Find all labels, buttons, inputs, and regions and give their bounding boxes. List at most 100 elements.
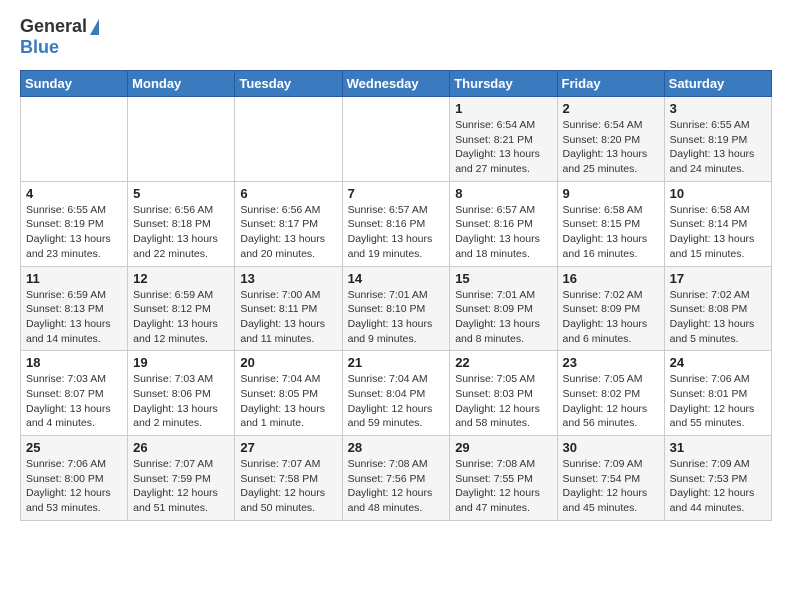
- calendar-cell: 3 Sunrise: 6:55 AM Sunset: 8:19 PM Daylig…: [664, 97, 771, 182]
- column-header-friday: Friday: [557, 71, 664, 97]
- day-info: Sunrise: 6:58 AM Sunset: 8:15 PM Dayligh…: [563, 203, 659, 262]
- day-number: 23: [563, 355, 659, 370]
- day-info: Sunrise: 7:01 AM Sunset: 8:09 PM Dayligh…: [455, 288, 551, 347]
- day-number: 22: [455, 355, 551, 370]
- calendar-cell: 13 Sunrise: 7:00 AM Sunset: 8:11 PM Dayli…: [235, 266, 342, 351]
- day-info: Sunrise: 6:55 AM Sunset: 8:19 PM Dayligh…: [26, 203, 122, 262]
- day-info: Sunrise: 7:08 AM Sunset: 7:55 PM Dayligh…: [455, 457, 551, 516]
- day-number: 16: [563, 271, 659, 286]
- day-number: 10: [670, 186, 766, 201]
- calendar-cell: 26Sunrise: 7:07 AM Sunset: 7:59 PM Dayli…: [128, 436, 235, 521]
- day-info: Sunrise: 7:03 AM Sunset: 8:07 PM Dayligh…: [26, 372, 122, 431]
- day-info: Sunrise: 6:54 AM Sunset: 8:21 PM Dayligh…: [455, 118, 551, 177]
- calendar-cell: 15 Sunrise: 7:01 AM Sunset: 8:09 PM Dayli…: [450, 266, 557, 351]
- day-number: 11: [26, 271, 122, 286]
- calendar-cell: 25 Sunrise: 7:06 AM Sunset: 8:00 PM Dayli…: [21, 436, 128, 521]
- column-header-monday: Monday: [128, 71, 235, 97]
- day-number: 31: [670, 440, 766, 455]
- day-number: 1: [455, 101, 551, 116]
- day-info: Sunrise: 6:55 AM Sunset: 8:19 PM Dayligh…: [670, 118, 766, 177]
- day-info: Sunrise: 6:56 AM Sunset: 8:17 PM Dayligh…: [240, 203, 336, 262]
- day-info: Sunrise: 7:02 AM Sunset: 8:09 PM Dayligh…: [563, 288, 659, 347]
- column-header-wednesday: Wednesday: [342, 71, 450, 97]
- calendar-cell: 17Sunrise: 7:02 AM Sunset: 8:08 PM Dayli…: [664, 266, 771, 351]
- day-info: Sunrise: 7:02 AM Sunset: 8:08 PM Dayligh…: [670, 288, 766, 347]
- calendar-cell: 14 Sunrise: 7:01 AM Sunset: 8:10 PM Dayli…: [342, 266, 450, 351]
- calendar-week-row: 1 Sunrise: 6:54 AM Sunset: 8:21 PM Daylig…: [21, 97, 772, 182]
- calendar-cell: 23Sunrise: 7:05 AM Sunset: 8:02 PM Dayli…: [557, 351, 664, 436]
- calendar-header-row: SundayMondayTuesdayWednesdayThursdayFrid…: [21, 71, 772, 97]
- calendar-cell: [128, 97, 235, 182]
- calendar-cell: [235, 97, 342, 182]
- logo-triangle-icon: [90, 19, 99, 35]
- day-info: Sunrise: 6:57 AM Sunset: 8:16 PM Dayligh…: [348, 203, 445, 262]
- day-info: Sunrise: 6:58 AM Sunset: 8:14 PM Dayligh…: [670, 203, 766, 262]
- day-info: Sunrise: 6:56 AM Sunset: 8:18 PM Dayligh…: [133, 203, 229, 262]
- day-info: Sunrise: 7:00 AM Sunset: 8:11 PM Dayligh…: [240, 288, 336, 347]
- calendar-cell: [21, 97, 128, 182]
- day-number: 27: [240, 440, 336, 455]
- logo: General Blue: [20, 16, 99, 58]
- day-number: 13: [240, 271, 336, 286]
- calendar-cell: 30 Sunrise: 7:09 AM Sunset: 7:54 PM Dayli…: [557, 436, 664, 521]
- day-info: Sunrise: 7:06 AM Sunset: 8:01 PM Dayligh…: [670, 372, 766, 431]
- day-info: Sunrise: 7:09 AM Sunset: 7:54 PM Dayligh…: [563, 457, 659, 516]
- day-number: 21: [348, 355, 445, 370]
- calendar-cell: 20 Sunrise: 7:04 AM Sunset: 8:05 PM Dayli…: [235, 351, 342, 436]
- calendar-week-row: 4Sunrise: 6:55 AM Sunset: 8:19 PM Daylig…: [21, 181, 772, 266]
- calendar-table: SundayMondayTuesdayWednesdayThursdayFrid…: [20, 70, 772, 521]
- day-number: 15: [455, 271, 551, 286]
- calendar-cell: 4Sunrise: 6:55 AM Sunset: 8:19 PM Daylig…: [21, 181, 128, 266]
- calendar-cell: 5 Sunrise: 6:56 AM Sunset: 8:18 PM Daylig…: [128, 181, 235, 266]
- calendar-cell: 19 Sunrise: 7:03 AM Sunset: 8:06 PM Dayli…: [128, 351, 235, 436]
- calendar-cell: 24 Sunrise: 7:06 AM Sunset: 8:01 PM Dayli…: [664, 351, 771, 436]
- calendar-cell: 12Sunrise: 6:59 AM Sunset: 8:12 PM Dayli…: [128, 266, 235, 351]
- day-number: 26: [133, 440, 229, 455]
- day-number: 14: [348, 271, 445, 286]
- calendar-cell: 27 Sunrise: 7:07 AM Sunset: 7:58 PM Dayli…: [235, 436, 342, 521]
- column-header-sunday: Sunday: [21, 71, 128, 97]
- day-number: 20: [240, 355, 336, 370]
- day-number: 8: [455, 186, 551, 201]
- calendar-week-row: 11 Sunrise: 6:59 AM Sunset: 8:13 PM Dayli…: [21, 266, 772, 351]
- day-number: 5: [133, 186, 229, 201]
- day-number: 19: [133, 355, 229, 370]
- day-info: Sunrise: 7:01 AM Sunset: 8:10 PM Dayligh…: [348, 288, 445, 347]
- calendar-week-row: 25 Sunrise: 7:06 AM Sunset: 8:00 PM Dayli…: [21, 436, 772, 521]
- calendar-cell: 6 Sunrise: 6:56 AM Sunset: 8:17 PM Daylig…: [235, 181, 342, 266]
- calendar-cell: 1 Sunrise: 6:54 AM Sunset: 8:21 PM Daylig…: [450, 97, 557, 182]
- logo-general-text: General: [20, 16, 87, 37]
- day-info: Sunrise: 7:04 AM Sunset: 8:05 PM Dayligh…: [240, 372, 336, 431]
- calendar-cell: [342, 97, 450, 182]
- calendar-cell: 8Sunrise: 6:57 AM Sunset: 8:16 PM Daylig…: [450, 181, 557, 266]
- calendar-cell: 21Sunrise: 7:04 AM Sunset: 8:04 PM Dayli…: [342, 351, 450, 436]
- logo-blue-text: Blue: [20, 37, 59, 57]
- day-number: 29: [455, 440, 551, 455]
- day-info: Sunrise: 6:59 AM Sunset: 8:13 PM Dayligh…: [26, 288, 122, 347]
- calendar-cell: 22 Sunrise: 7:05 AM Sunset: 8:03 PM Dayli…: [450, 351, 557, 436]
- day-number: 9: [563, 186, 659, 201]
- calendar-cell: 29 Sunrise: 7:08 AM Sunset: 7:55 PM Dayli…: [450, 436, 557, 521]
- calendar-cell: 10 Sunrise: 6:58 AM Sunset: 8:14 PM Dayli…: [664, 181, 771, 266]
- day-number: 28: [348, 440, 445, 455]
- column-header-saturday: Saturday: [664, 71, 771, 97]
- calendar-cell: 31Sunrise: 7:09 AM Sunset: 7:53 PM Dayli…: [664, 436, 771, 521]
- day-number: 6: [240, 186, 336, 201]
- day-number: 18: [26, 355, 122, 370]
- column-header-thursday: Thursday: [450, 71, 557, 97]
- day-number: 30: [563, 440, 659, 455]
- calendar-cell: 11 Sunrise: 6:59 AM Sunset: 8:13 PM Dayli…: [21, 266, 128, 351]
- day-number: 7: [348, 186, 445, 201]
- day-number: 24: [670, 355, 766, 370]
- calendar-cell: 18 Sunrise: 7:03 AM Sunset: 8:07 PM Dayli…: [21, 351, 128, 436]
- calendar-cell: 9 Sunrise: 6:58 AM Sunset: 8:15 PM Daylig…: [557, 181, 664, 266]
- day-number: 3: [670, 101, 766, 116]
- day-info: Sunrise: 7:05 AM Sunset: 8:03 PM Dayligh…: [455, 372, 551, 431]
- day-info: Sunrise: 7:03 AM Sunset: 8:06 PM Dayligh…: [133, 372, 229, 431]
- day-number: 25: [26, 440, 122, 455]
- page-header: General Blue: [20, 16, 772, 58]
- day-info: Sunrise: 7:06 AM Sunset: 8:00 PM Dayligh…: [26, 457, 122, 516]
- calendar-cell: 28Sunrise: 7:08 AM Sunset: 7:56 PM Dayli…: [342, 436, 450, 521]
- calendar-cell: 2Sunrise: 6:54 AM Sunset: 8:20 PM Daylig…: [557, 97, 664, 182]
- day-info: Sunrise: 7:07 AM Sunset: 7:58 PM Dayligh…: [240, 457, 336, 516]
